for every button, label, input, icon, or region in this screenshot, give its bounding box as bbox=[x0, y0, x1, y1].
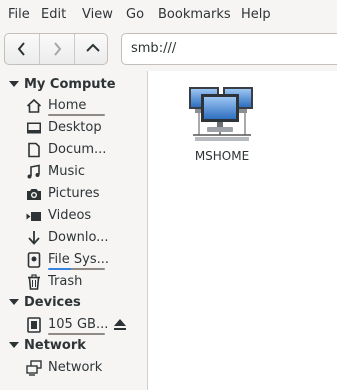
sidebar-item-trash[interactable]: Trash bbox=[0, 271, 146, 293]
drive-icon bbox=[27, 317, 41, 333]
sidebar-item-label: 105 GB... bbox=[48, 317, 109, 332]
usage-bar bbox=[48, 333, 105, 335]
section-title: Network bbox=[24, 338, 86, 353]
download-icon bbox=[28, 231, 40, 245]
section-title: Devices bbox=[24, 295, 81, 310]
up-button[interactable] bbox=[75, 34, 109, 64]
sidebar-item-documents[interactable]: Docum... bbox=[0, 139, 146, 161]
location-text: smb:/// bbox=[131, 41, 177, 56]
toolbar: smb:/// bbox=[0, 29, 337, 72]
menubar: File Edit View Go Bookmarks Help bbox=[0, 0, 337, 29]
section-title: My Compute bbox=[24, 77, 116, 92]
sidebar-item-label: Desktop bbox=[48, 120, 102, 135]
sidebar: My Compute Home Desktop Docum... Music P… bbox=[0, 71, 148, 390]
sidebar-item-pictures[interactable]: Pictures bbox=[0, 183, 146, 205]
usage-bar bbox=[48, 268, 105, 270]
sidebar-item-downloads[interactable]: Downlo... bbox=[0, 227, 146, 249]
location-field[interactable]: smb:/// bbox=[121, 33, 337, 65]
expander-icon bbox=[9, 342, 19, 348]
sidebar-item-desktop[interactable]: Desktop bbox=[0, 117, 146, 139]
chevron-left-icon bbox=[17, 42, 25, 56]
usage-bar bbox=[48, 114, 105, 116]
sidebar-item-label: Docum... bbox=[48, 142, 107, 157]
sidebar-item-label: Music bbox=[48, 164, 85, 179]
sidebar-item-label: Trash bbox=[48, 274, 83, 289]
sidebar-item-videos[interactable]: Videos bbox=[0, 205, 146, 227]
network-icon bbox=[26, 360, 42, 376]
home-icon bbox=[26, 98, 42, 113]
forward-button[interactable] bbox=[40, 34, 74, 64]
sidebar-item-label: Network bbox=[48, 360, 103, 375]
file-item-label: MSHOME bbox=[194, 149, 250, 163]
document-icon bbox=[28, 142, 40, 158]
menu-help[interactable]: Help bbox=[241, 7, 271, 22]
file-item-mshome[interactable]: MSHOME bbox=[184, 85, 260, 165]
sidebar-item-label: File Sys... bbox=[48, 252, 110, 267]
expander-icon bbox=[9, 81, 19, 87]
file-view[interactable]: MSHOME bbox=[148, 71, 337, 390]
menu-view[interactable]: View bbox=[82, 7, 113, 22]
chevron-up-icon bbox=[86, 43, 100, 52]
video-icon bbox=[26, 212, 41, 221]
sidebar-item-drive[interactable]: 105 GB... bbox=[0, 314, 146, 336]
music-icon bbox=[27, 164, 40, 179]
back-button[interactable] bbox=[5, 34, 39, 64]
trash-icon bbox=[28, 274, 40, 290]
sidebar-item-home[interactable]: Home bbox=[0, 95, 146, 117]
sidebar-item-label: Downlo... bbox=[48, 230, 109, 245]
sidebar-item-label: Pictures bbox=[48, 186, 100, 201]
folder-icon bbox=[27, 122, 41, 134]
menu-file[interactable]: File bbox=[8, 7, 30, 22]
menu-edit[interactable]: Edit bbox=[41, 7, 66, 22]
expander-icon bbox=[9, 299, 19, 305]
camera-icon bbox=[27, 189, 41, 200]
menu-bookmarks[interactable]: Bookmarks bbox=[158, 7, 231, 22]
harddisk-icon bbox=[27, 252, 41, 268]
sidebar-item-network[interactable]: Network bbox=[0, 357, 146, 379]
sidebar-item-file-system[interactable]: File Sys... bbox=[0, 249, 146, 271]
sidebar-item-label: Videos bbox=[48, 208, 92, 223]
sidebar-item-label: Home bbox=[48, 98, 87, 113]
navigation-buttons bbox=[4, 33, 108, 65]
eject-icon[interactable] bbox=[113, 318, 127, 331]
sidebar-item-music[interactable]: Music bbox=[0, 161, 146, 183]
menu-go[interactable]: Go bbox=[126, 7, 144, 22]
network-workgroup-icon bbox=[189, 87, 253, 141]
chevron-right-icon bbox=[54, 42, 62, 56]
